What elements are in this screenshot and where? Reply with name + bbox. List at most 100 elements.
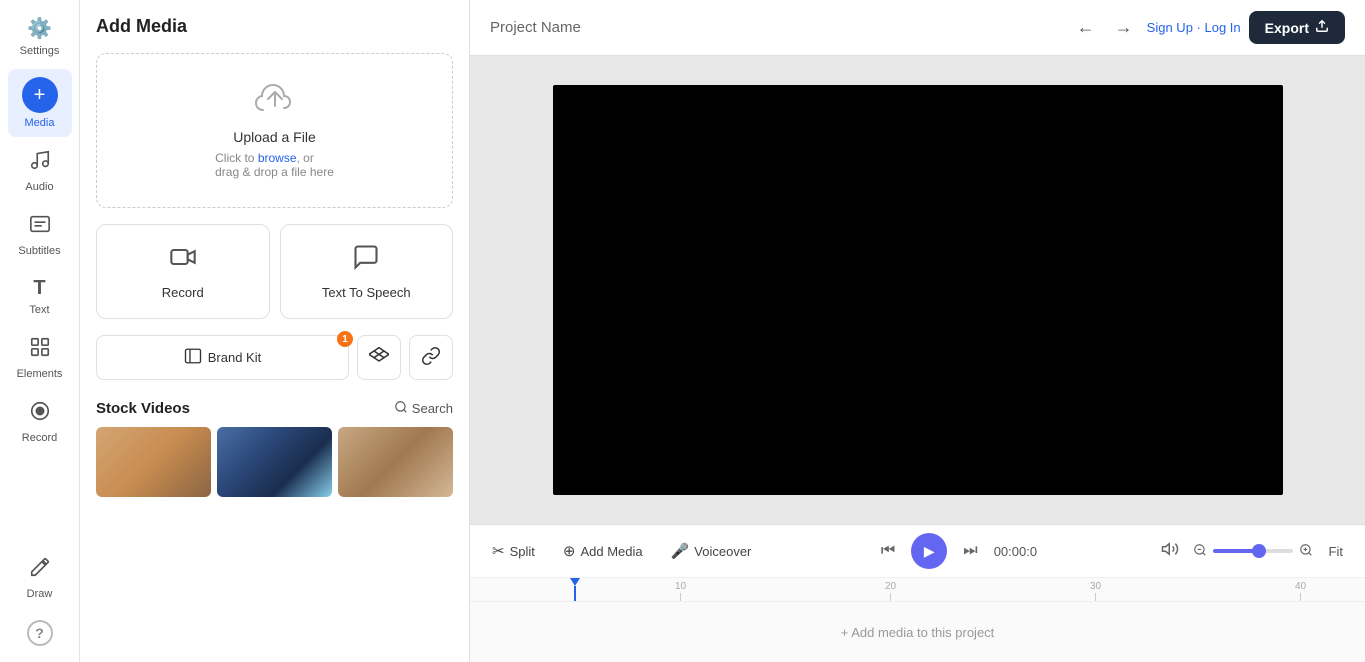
right-controls: Fit [1157,536,1349,567]
voiceover-label: Voiceover [694,544,751,559]
volume-icon [1161,545,1179,562]
record-option-label: Record [162,285,204,300]
timeline-area: ✂ Split ⊕ Add Media 🎤 Voiceover ⏮ ▶ [470,524,1365,662]
auth-links: Sign Up · Log In [1147,20,1241,35]
sidebar-label-audio: Audio [25,181,53,193]
zoom-in-button[interactable] [1297,541,1315,562]
header-actions: ← → Sign Up · Log In Export [1071,11,1345,44]
play-icon: ▶ [924,543,935,560]
project-name: Project Name [490,19,1059,36]
ruler-mark-20: 20 [885,581,896,601]
fit-button[interactable]: Fit [1323,540,1349,563]
split-label: Split [510,544,535,559]
brand-kit-label: Brand Kit [208,350,261,365]
sidebar: ⚙️ Settings + Media Audio [0,0,80,662]
tts-option-label: Text To Speech [322,285,411,300]
stock-thumb-2[interactable] [217,427,332,497]
sidebar-label-media: Media [25,117,55,129]
playback-center: ⏮ ▶ ⏭ 00:00:0 [773,533,1140,569]
redo-icon: → [1115,17,1133,37]
draw-icon [29,556,51,584]
sidebar-item-draw[interactable]: Draw [8,548,72,608]
brand-kit-icon [184,347,202,368]
upload-area[interactable]: Upload a File Click to browse, or drag &… [96,53,453,208]
skip-back-button[interactable]: ⏮ [877,538,899,564]
search-button[interactable]: Search [394,400,453,417]
audio-icon [29,149,51,177]
sidebar-item-subtitles[interactable]: Subtitles [8,205,72,265]
volume-button[interactable] [1157,536,1183,567]
link-btn[interactable] [409,335,453,380]
sidebar-item-media[interactable]: + Media [8,69,72,137]
sidebar-item-audio[interactable]: Audio [8,141,72,201]
sidebar-label-subtitles: Subtitles [18,245,60,257]
split-icon: ✂ [492,542,505,560]
add-media-timeline-label: Add Media [580,544,642,559]
zoom-out-button[interactable] [1191,541,1209,562]
add-media-timeline-icon: ⊕ [563,542,576,560]
undo-icon: ← [1077,17,1095,37]
sidebar-label-draw: Draw [27,588,53,600]
upload-subtitle: Click to browse, or drag & drop a file h… [215,151,334,179]
timeline-ruler: 10 20 30 40 50 [470,578,1365,602]
browse-link[interactable]: browse [258,151,297,165]
sidebar-label-text: Text [29,304,49,316]
skip-forward-button[interactable]: ⏭ [959,538,981,564]
integrations-row: Brand Kit 1 [96,335,453,380]
upload-icon [255,82,295,123]
stock-videos-grid [96,427,453,497]
skip-forward-icon: ⏭ [963,542,977,559]
play-button[interactable]: ▶ [911,533,947,569]
voiceover-button[interactable]: 🎤 Voiceover [665,538,758,564]
upload-title: Upload a File [233,129,316,145]
stock-videos-header: Stock Videos Search [96,400,453,417]
help-icon: ? [27,620,53,646]
sidebar-label-record: Record [22,432,57,444]
link-icon [421,346,441,369]
playhead-arrow [570,578,580,586]
stock-thumb-3[interactable] [338,427,453,497]
sidebar-item-record[interactable]: Record [8,392,72,452]
zoom-out-icon [1193,544,1207,560]
brand-kit-badge: 1 [337,331,353,347]
zoom-slider-wrap [1191,541,1315,562]
sidebar-label-settings: Settings [20,45,60,57]
ruler-mark-40: 40 [1295,581,1306,601]
text-icon: T [33,277,45,300]
export-icon [1315,19,1329,36]
dropbox-btn[interactable] [357,335,401,380]
brand-kit-btn[interactable]: Brand Kit 1 [96,335,349,380]
tts-icon [352,243,380,277]
sign-up-link[interactable]: Sign Up [1147,20,1193,35]
stock-thumb-1[interactable] [96,427,211,497]
log-in-link[interactable]: Log In [1205,20,1241,35]
tts-option[interactable]: Text To Speech [280,224,454,319]
timeline-track-area[interactable]: + Add media to this project [470,602,1365,662]
video-canvas [470,56,1365,524]
skip-back-icon: ⏮ [881,542,895,559]
split-button[interactable]: ✂ Split [486,538,541,564]
export-label: Export [1265,20,1309,36]
search-label: Search [412,401,453,416]
media-plus-icon: + [34,84,46,107]
sidebar-item-help[interactable]: ? [8,612,72,654]
redo-button[interactable]: → [1109,11,1139,44]
ruler-mark-10: 10 [675,581,686,601]
search-icon [394,400,408,417]
timecode: 00:00:0 [994,544,1037,559]
record-option[interactable]: Record [96,224,270,319]
sidebar-item-settings[interactable]: ⚙️ Settings [8,8,72,65]
undo-button[interactable]: ← [1071,11,1101,44]
elements-icon [29,336,51,364]
add-media-timeline-button[interactable]: ⊕ Add Media [557,538,649,564]
playhead [570,578,580,602]
sidebar-item-elements[interactable]: Elements [8,328,72,388]
record-icon [29,400,51,428]
stock-videos-title: Stock Videos [96,400,190,417]
media-options-grid: Record Text To Speech [96,224,453,319]
media-active-circle: + [22,77,58,113]
export-button[interactable]: Export [1249,11,1345,44]
sidebar-item-text[interactable]: T Text [8,269,72,324]
zoom-slider[interactable] [1213,549,1293,553]
ruler-mark-30: 30 [1090,581,1101,601]
